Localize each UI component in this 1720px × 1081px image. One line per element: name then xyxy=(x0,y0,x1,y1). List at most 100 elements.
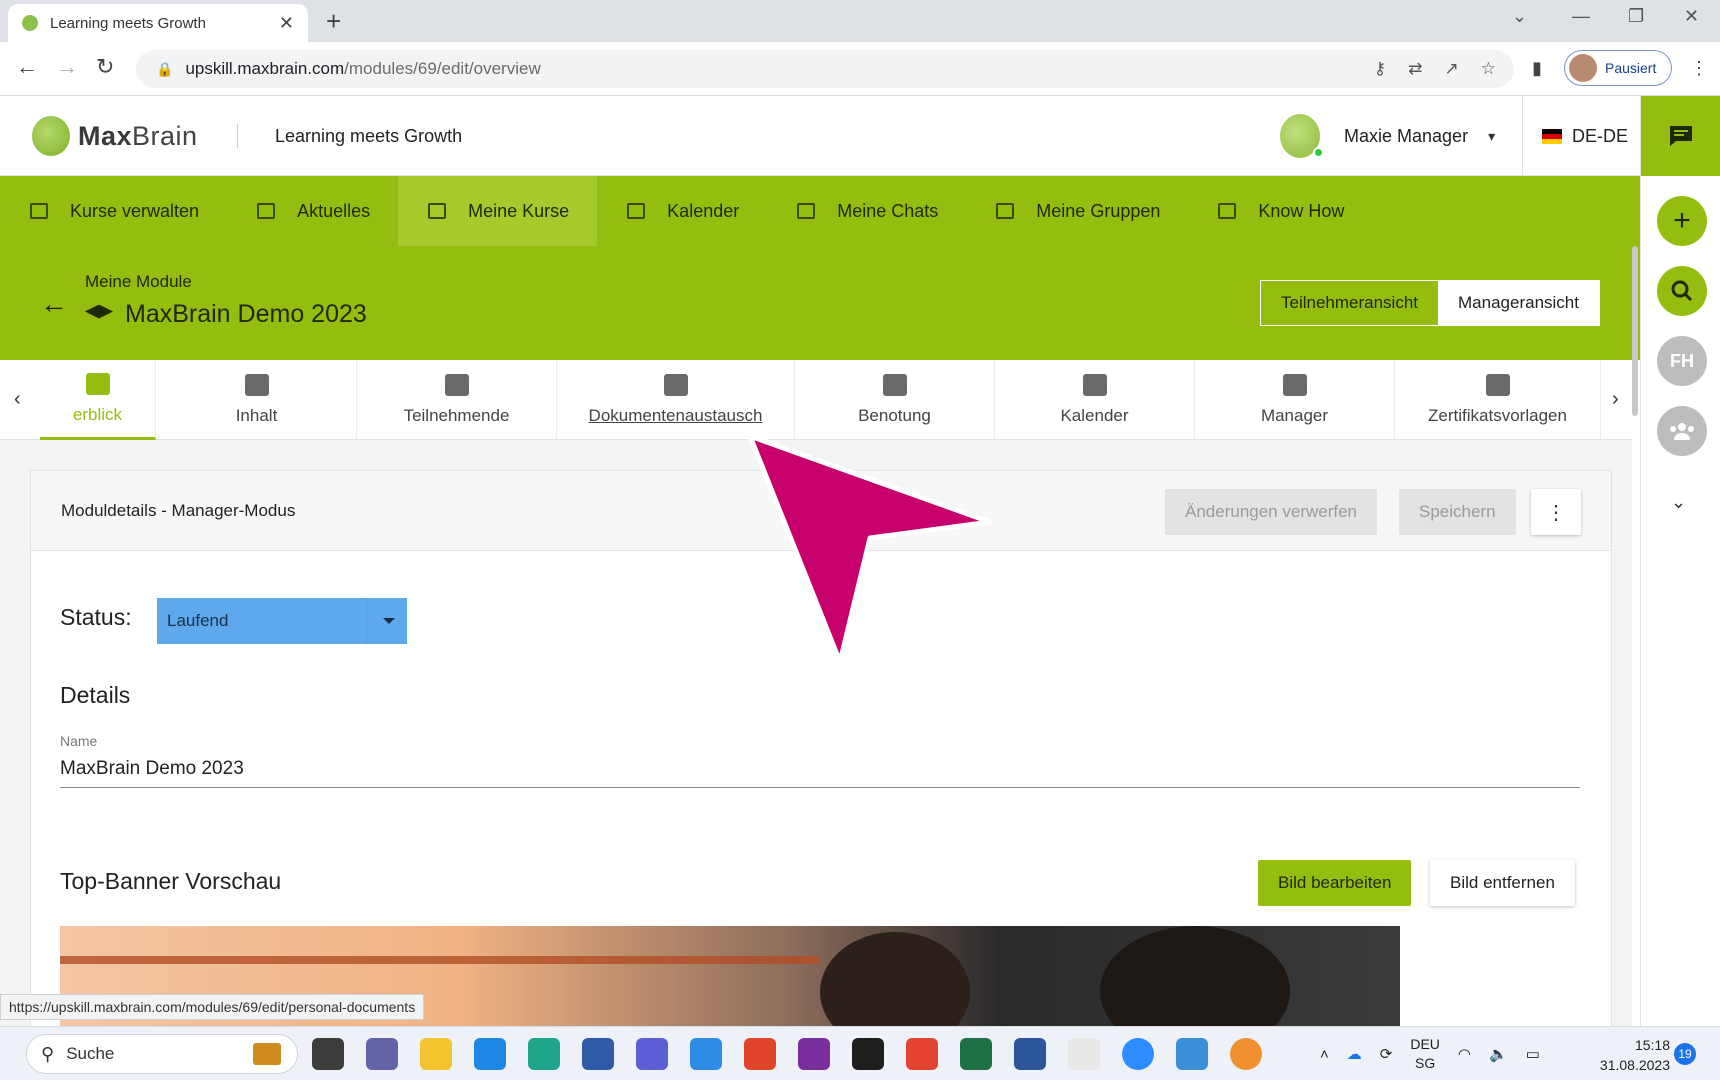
user-menu[interactable]: Maxie Manager ▾ xyxy=(1280,114,1495,158)
search-button[interactable] xyxy=(1657,266,1707,316)
tab-inhalt[interactable]: Inhalt xyxy=(157,360,357,440)
key-icon[interactable]: ⚷ xyxy=(1374,59,1386,79)
restore-button[interactable]: ❐ xyxy=(1628,6,1644,27)
certificate-settings-icon xyxy=(1485,374,1510,396)
user-avatar-fh[interactable]: FH xyxy=(1657,336,1707,386)
lock-icon[interactable]: 🔒 xyxy=(156,61,173,78)
tab-benotung[interactable]: Benotung xyxy=(795,360,995,440)
excel-icon[interactable] xyxy=(960,1038,992,1070)
date: 31.08.2023 xyxy=(1599,1057,1670,1073)
participant-view-button[interactable]: Teilnehmeransicht xyxy=(1261,281,1438,325)
word-icon[interactable] xyxy=(1014,1038,1046,1070)
omnibox-actions: ⚷ ⇄ ↗ ☆ xyxy=(1374,50,1496,88)
nav-item-meine-chats[interactable]: Meine Chats xyxy=(767,176,966,246)
todo-icon[interactable] xyxy=(690,1038,722,1070)
manager-icon xyxy=(1282,374,1307,396)
nav-item-meine-kurse[interactable]: Meine Kurse xyxy=(398,176,598,246)
scroll-left-icon[interactable]: ‹ xyxy=(14,388,21,411)
battery-icon[interactable]: ▭ xyxy=(1526,1045,1540,1063)
todoist-icon[interactable] xyxy=(906,1038,938,1070)
nav-item-meine-gruppen[interactable]: Meine Gruppen xyxy=(966,176,1188,246)
sync-icon[interactable]: ⟳ xyxy=(1380,1045,1393,1063)
edge-icon[interactable] xyxy=(528,1038,560,1070)
tab-search-icon[interactable]: ⌄ xyxy=(1512,6,1527,27)
nav-item-aktuelles[interactable]: Aktuelles xyxy=(227,176,398,246)
share-icon[interactable]: ↗ xyxy=(1445,59,1459,79)
close-tab-icon[interactable]: ✕ xyxy=(279,13,294,34)
affinity-icon[interactable] xyxy=(636,1038,668,1070)
minimize-button[interactable]: — xyxy=(1572,6,1590,27)
status-select[interactable]: Laufend xyxy=(157,598,407,644)
task-view-icon[interactable] xyxy=(312,1038,344,1070)
reload-button[interactable]: ↻ xyxy=(96,54,114,80)
teams-icon[interactable] xyxy=(366,1038,398,1070)
tab-zertifikatsvorlagen[interactable]: Zertifikatsvorlagen xyxy=(1395,360,1601,440)
chevron-down-icon[interactable]: ⌄ xyxy=(1671,492,1686,513)
lang-line2: SG xyxy=(1415,1055,1436,1071)
forward-button[interactable]: → xyxy=(56,54,78,80)
slack-icon[interactable] xyxy=(1068,1038,1100,1070)
tab-overview[interactable]: erblick xyxy=(40,360,156,440)
manager-view-button[interactable]: Manageransicht xyxy=(1438,281,1599,325)
breadcrumb[interactable]: Meine Module xyxy=(85,272,192,292)
brain-logo-icon xyxy=(32,116,70,156)
tab-manager[interactable]: Manager xyxy=(1195,360,1395,440)
volume-icon[interactable]: 🔈 xyxy=(1489,1045,1508,1063)
new-tab-button[interactable]: + xyxy=(326,6,341,37)
notification-badge[interactable]: 19 xyxy=(1674,1043,1696,1065)
onenote-icon[interactable] xyxy=(798,1038,830,1070)
chevron-up-icon[interactable]: ˄ xyxy=(1320,1046,1329,1063)
remove-image-button[interactable]: Bild entfernen xyxy=(1430,860,1575,906)
close-window-button[interactable]: ✕ xyxy=(1684,6,1699,27)
keyboard-language[interactable]: DEU SG xyxy=(1410,1035,1440,1073)
figma-icon[interactable] xyxy=(852,1038,884,1070)
language-code: DE-DE xyxy=(1572,126,1629,146)
edit-image-button[interactable]: Bild bearbeiten xyxy=(1258,860,1412,906)
logo-divider xyxy=(237,124,238,148)
address-bar[interactable]: 🔒 upskill.maxbrain.com/modules/69/edit/o… xyxy=(136,50,1514,88)
maxbrain-logo[interactable]: MaxBrain xyxy=(32,116,198,156)
tab-dokumentenaustausch[interactable]: Dokumentenaustausch xyxy=(557,360,795,440)
language-selector[interactable]: DE-DE xyxy=(1542,126,1628,147)
add-button[interactable]: + xyxy=(1657,196,1707,246)
browser-tab[interactable]: Learning meets Growth ✕ xyxy=(8,4,308,42)
side-panel-icon[interactable]: ▮ xyxy=(1532,58,1542,79)
discard-changes-button[interactable]: Änderungen verwerfen xyxy=(1165,489,1378,535)
name-field[interactable]: MaxBrain Demo 2023 xyxy=(60,758,244,780)
person-document-icon xyxy=(663,374,688,396)
nav-label: Meine Chats xyxy=(837,200,939,221)
translate-icon[interactable]: ⇄ xyxy=(1408,59,1422,79)
file-explorer-icon[interactable] xyxy=(420,1038,452,1070)
page-scrollbar[interactable] xyxy=(1632,246,1638,416)
grade-document-icon xyxy=(882,374,907,396)
taskbar-search[interactable]: ⚲ Suche xyxy=(26,1034,298,1074)
scroll-right-icon[interactable]: › xyxy=(1612,388,1619,411)
chat-panel-button[interactable] xyxy=(1641,96,1720,176)
save-button[interactable]: Speichern xyxy=(1399,489,1516,535)
more-options-icon[interactable]: ⋮ xyxy=(1531,489,1581,535)
vpn-icon[interactable] xyxy=(1230,1038,1262,1070)
tab-title: Learning meets Growth xyxy=(50,14,206,32)
tab-teilnehmende[interactable]: Teilnehmende xyxy=(357,360,557,440)
browser-menu-icon[interactable]: ⋮ xyxy=(1690,58,1708,79)
wifi-icon[interactable]: ◠ xyxy=(1458,1045,1471,1063)
store-icon[interactable] xyxy=(582,1038,614,1070)
back-arrow-icon[interactable]: ← xyxy=(40,288,68,320)
l-app-icon[interactable] xyxy=(474,1038,506,1070)
nav-label: Meine Kurse xyxy=(468,200,570,221)
back-button[interactable]: ← xyxy=(16,54,38,80)
nav-item-kalender[interactable]: Kalender xyxy=(597,176,767,246)
folder-icon xyxy=(244,374,269,396)
clock[interactable]: 15:18 31.08.2023 xyxy=(1590,1035,1670,1075)
tab-kalender[interactable]: Kalender xyxy=(995,360,1195,440)
zoom-icon[interactable] xyxy=(1122,1038,1154,1070)
bookmark-star-icon[interactable]: ☆ xyxy=(1481,59,1496,79)
chrome-icon[interactable] xyxy=(744,1038,776,1070)
nav-item-kurse-verwalten[interactable]: Kurse verwalten xyxy=(0,176,227,246)
details-heading: Details xyxy=(60,682,131,708)
notepad-icon[interactable] xyxy=(1176,1038,1208,1070)
onedrive-icon[interactable]: ☁ xyxy=(1347,1045,1362,1063)
profile-button[interactable]: Pausiert xyxy=(1564,50,1672,86)
nav-item-know-how[interactable]: Know How xyxy=(1188,176,1372,246)
groups-button[interactable] xyxy=(1657,406,1707,456)
